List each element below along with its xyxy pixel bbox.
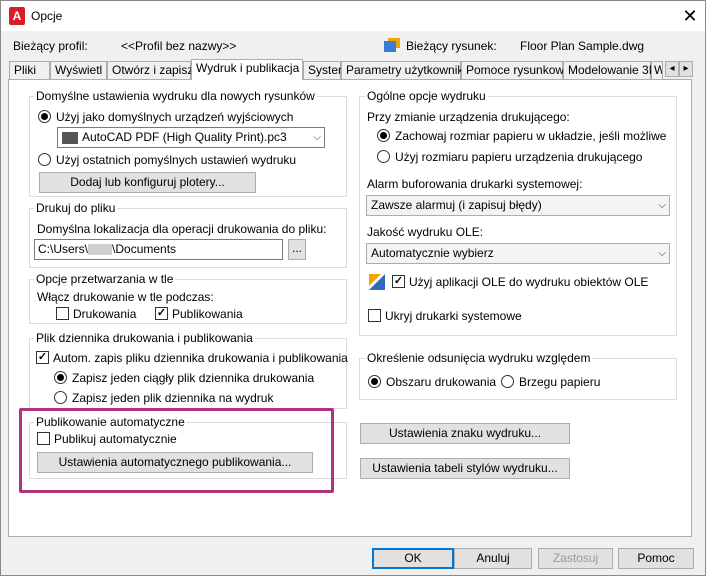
tab-strip: Pliki Wyświetl Otwórz i zapisz Wydruk i … [9,59,699,80]
keep-paper-size-label: Zachowaj rozmiar papieru w układzie, jeś… [395,129,667,143]
last-used-label: Użyj ostatnich pomyślnych ustawień wydru… [56,153,297,167]
hide-printers-checkbox[interactable] [368,309,381,322]
add-plotter-button[interactable]: Dodaj lub konfiguruj plotery... [39,172,256,193]
ole-quality-select[interactable]: Automatycznie wybierz ⌵ [366,243,670,264]
chevron-down-icon: ⌵ [658,248,666,259]
offset-title: Określenie odsunięcia wydruku względem [365,351,593,365]
apply-button[interactable]: Zastosuj [538,548,613,569]
background-enable-label: Włącz drukowanie w tle podczas: [37,290,214,304]
cancel-button[interactable]: Anuluj [454,548,532,569]
title-bar: A Opcje ✕ [1,1,705,31]
tab-parametry-uzytkownika[interactable]: Parametry użytkownika [341,61,470,79]
continuous-log-radio[interactable] [54,371,67,384]
background-publish-checkbox[interactable]: ✓ [155,307,168,320]
default-device-radio[interactable] [38,110,51,123]
chevron-down-icon: ⌵ [313,132,321,143]
per-plot-log-label: Zapisz jeden plik dziennika na wydruk [72,391,274,405]
paper-edge-label: Brzegu papieru [519,375,601,389]
per-plot-log-radio[interactable] [54,391,67,404]
continuous-log-label: Zapisz jeden ciągły plik dziennika druko… [72,371,315,385]
tab-scroll-left-icon[interactable]: ◂ [665,61,679,77]
change-device-label: Przy zmianie urządzenia drukującego: [367,110,570,124]
plot-stamp-settings-button[interactable]: Ustawienia znaku wydruku... [360,423,570,444]
background-print-checkbox[interactable] [56,307,69,320]
ole-app-label: Użyj aplikacji OLE do wydruku obiektów O… [409,275,649,289]
tab-pomoce-rysunkowe[interactable]: Pomoce rysunkowe [461,61,571,79]
plot-style-table-settings-button[interactable]: Ustawienia tabeli stylów wydruku... [360,458,570,479]
tab-wyswietl[interactable]: Wyświetl [50,61,107,79]
tab-overflow[interactable]: W [651,61,663,79]
default-device-label: Użyj jako domyślnych urządzeń wyjściowyc… [56,110,294,124]
default-print-title: Domyślne ustawienia wydruku dla nowych r… [34,89,317,103]
print-to-file-title: Drukuj do pliku [34,201,118,215]
device-paper-size-label: Użyj rozmiaru papieru urządzenia drukują… [395,150,643,164]
printable-area-radio[interactable] [368,375,381,388]
keep-paper-size-radio[interactable] [377,129,390,142]
tab-wydruk-i-publikacja[interactable]: Wydruk i publikacja [191,59,303,80]
log-title: Plik dziennika drukowania i publikowania [34,331,255,345]
ole-icon [369,274,385,290]
tab-modelowanie-3d[interactable]: Modelowanie 3D [563,61,657,79]
highlight-frame [19,408,334,493]
path-prefix: C:\Users\ [38,242,89,256]
drawing-label: Bieżący rysunek: [406,39,497,53]
hide-printers-label: Ukryj drukarki systemowe [385,309,522,323]
profile-value: <<Profil bez nazwy>> [121,39,237,53]
tab-scroll-right-icon[interactable]: ▸ [679,61,693,77]
ole-quality-value: Automatycznie wybierz [371,246,494,260]
autosave-log-label: Autom. zapis pliku dziennika drukowania … [53,351,348,365]
path-suffix: \Documents [112,242,177,256]
chevron-down-icon: ⌵ [658,200,666,211]
ole-quality-label: Jakość wydruku OLE: [367,225,484,239]
drawing-value: Floor Plan Sample.dwg [520,39,645,53]
plotter-device-select[interactable]: AutoCAD PDF (High Quality Print).pc3 ⌵ [57,127,325,148]
plotter-device-value: AutoCAD PDF (High Quality Print).pc3 [82,130,287,144]
plotter-icon [62,131,78,144]
ok-button[interactable]: OK [372,548,454,569]
spool-alert-select[interactable]: Zawsze alarmuj (i zapisuj błędy) ⌵ [366,195,670,216]
browse-button[interactable]: ... [288,239,306,260]
profile-label: Bieżący profil: [13,39,88,53]
printable-area-label: Obszaru drukowania [386,375,497,389]
window-title: Opcje [31,9,63,23]
background-title: Opcje przetwarzania w tle [34,272,176,286]
tab-system[interactable]: System [303,61,348,79]
file-location-label: Domyślna lokalizacja dla operacji drukow… [37,222,327,236]
help-button[interactable]: Pomoc [618,548,694,569]
tab-pliki[interactable]: Pliki [9,61,50,79]
ole-app-checkbox[interactable]: ✓ [392,275,405,288]
spool-alert-value: Zawsze alarmuj (i zapisuj błędy) [371,198,542,212]
tab-otworz-i-zapisz[interactable]: Otwórz i zapisz [107,61,193,79]
device-paper-size-radio[interactable] [377,150,390,163]
spool-alert-label: Alarm buforowania drukarki systemowej: [367,177,583,191]
autosave-log-checkbox[interactable]: ✓ [36,351,49,364]
general-options-title: Ogólne opcje wydruku [365,89,488,103]
redacted-username [88,244,113,256]
background-print-label: Drukowania [73,307,137,321]
file-location-input[interactable]: C:\Users\ \Documents [34,239,283,260]
paper-edge-radio[interactable] [501,375,514,388]
last-used-radio[interactable] [38,153,51,166]
drawing-icon [383,37,401,53]
options-dialog: A Opcje ✕ Bieżący profil: <<Profil bez n… [0,0,706,576]
background-publish-label: Publikowania [172,307,243,321]
autocad-app-icon: A [9,7,25,25]
close-icon[interactable]: ✕ [677,3,703,29]
